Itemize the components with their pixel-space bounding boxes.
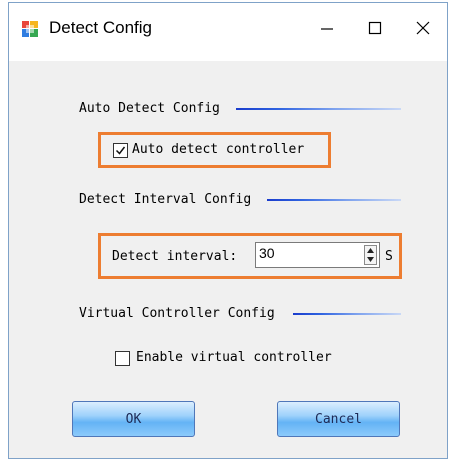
virtual-controller-separator bbox=[293, 313, 401, 315]
cancel-button[interactable]: Cancel bbox=[277, 401, 400, 437]
auto-detect-group-label: Auto Detect Config bbox=[79, 101, 220, 116]
virtual-controller-group-label: Virtual Controller Config bbox=[79, 306, 275, 321]
detect-interval-label: Detect interval: bbox=[112, 249, 238, 264]
detect-interval-value[interactable]: 30 bbox=[259, 245, 275, 261]
detect-interval-group-label: Detect Interval Config bbox=[79, 192, 252, 207]
detect-config-window: Detect Config Auto Detect Config Auto de… bbox=[8, 2, 448, 459]
triangle-up-icon bbox=[367, 248, 374, 253]
auto-detect-checkbox[interactable] bbox=[113, 143, 128, 158]
maximize-icon bbox=[368, 20, 382, 39]
checkmark-icon bbox=[115, 146, 126, 155]
auto-detect-separator bbox=[236, 108, 401, 110]
maximize-button[interactable] bbox=[353, 11, 397, 47]
app-icon bbox=[22, 21, 38, 37]
ok-button[interactable]: OK bbox=[72, 401, 195, 437]
detect-interval-separator bbox=[267, 199, 401, 201]
detect-interval-spinbox[interactable]: 30 bbox=[255, 242, 380, 268]
dialog-client-area: Auto Detect Config Auto detect controlle… bbox=[9, 61, 447, 458]
title-bar[interactable]: Detect Config bbox=[9, 3, 447, 54]
detect-interval-unit: S bbox=[385, 249, 393, 264]
spin-up-button[interactable] bbox=[365, 246, 376, 255]
minimize-button[interactable] bbox=[305, 11, 349, 47]
close-icon bbox=[416, 20, 430, 39]
minimize-icon bbox=[320, 20, 334, 39]
virtual-controller-checkbox[interactable] bbox=[115, 351, 130, 366]
spin-buttons bbox=[364, 245, 377, 265]
window-title: Detect Config bbox=[49, 18, 152, 37]
close-button[interactable] bbox=[401, 11, 445, 47]
triangle-down-icon bbox=[367, 257, 374, 262]
spin-down-button[interactable] bbox=[365, 255, 376, 264]
virtual-controller-checkbox-label[interactable]: Enable virtual controller bbox=[136, 350, 332, 366]
auto-detect-checkbox-label[interactable]: Auto detect controller bbox=[132, 142, 304, 158]
